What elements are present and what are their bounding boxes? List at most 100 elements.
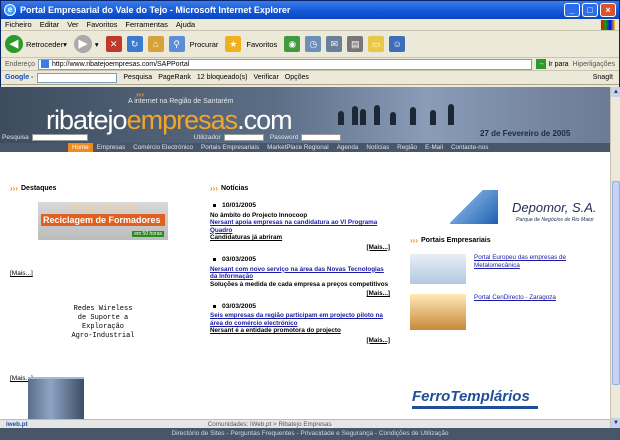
ferro-underline (412, 406, 538, 409)
menu-ficheiro[interactable]: Ficheiro (5, 20, 32, 29)
nav-empresas[interactable]: Empresas (93, 143, 129, 152)
links-label[interactable]: Hiperligações (573, 61, 615, 68)
portal-image[interactable] (410, 294, 466, 330)
search-button[interactable]: ⚲ Procurar (168, 36, 218, 52)
forward-button[interactable]: ▶ ▾ (73, 35, 99, 53)
news-sub[interactable]: Candidaturas já abriram (210, 234, 390, 242)
popups-blocked[interactable]: 12 bloqueado(s) (197, 74, 248, 81)
favorites-button[interactable]: ★ Favoritos (225, 36, 277, 52)
more-link[interactable]: [Mais...] (210, 244, 390, 252)
more-link[interactable]: [Mais...] (210, 290, 390, 298)
snagit-button[interactable]: SnagIt (593, 74, 613, 81)
arrow-icon: ››› (210, 184, 218, 193)
iweb-logo[interactable]: iweb.pt (6, 421, 28, 428)
destaques-column: ››› Destaques Formação de Formadores Reci… (10, 184, 190, 382)
nav-home[interactable]: Home (68, 143, 93, 152)
menu-ferramentas[interactable]: Ferramentas (125, 20, 168, 29)
stop-icon[interactable]: ✕ (105, 36, 122, 52)
ferro-name: FerroTemplários (412, 388, 530, 405)
news-sub: Soluções à medida de cada empresa a preç… (210, 280, 389, 288)
nav-contacte[interactable]: Contacte-nos (447, 143, 492, 152)
password-input[interactable] (301, 134, 342, 141)
menu-ajuda[interactable]: Ajuda (176, 20, 195, 29)
banner-top-text: Formação de Formadores (68, 205, 138, 211)
news-sub[interactable]: Nersant é a entidade promotora do projec… (210, 327, 390, 335)
password-label: Password (269, 134, 299, 141)
window-title: Portal Empresarial do Vale do Tejo - Mic… (20, 5, 291, 15)
nav-portais[interactable]: Portais Empresariais (197, 143, 263, 152)
nav-agenda[interactable]: Agenda (333, 143, 363, 152)
go-button[interactable]: → Ir para (536, 59, 569, 69)
news-item: 10/01/2005 No âmbito do Projecto Innocoo… (210, 202, 390, 251)
history-icon[interactable]: ◷ (305, 36, 322, 52)
google-search-button[interactable]: Pesquisa (123, 74, 152, 81)
messenger-icon[interactable]: ☺ (389, 36, 406, 52)
pagerank-label[interactable]: PageRank (158, 74, 191, 81)
community-link[interactable]: Comunidades: iWeb.pt > Ribatejo Empresas (208, 421, 332, 428)
portal-image[interactable] (410, 254, 466, 284)
options-button[interactable]: Opções (285, 74, 309, 81)
refresh-icon[interactable]: ↻ (126, 36, 143, 52)
formacao-banner[interactable]: Formação de Formadores Reciclagem de For… (38, 202, 168, 240)
ferrotemplarios-ad[interactable]: FerroTemplários (412, 388, 542, 418)
site-search-input[interactable] (31, 134, 88, 141)
nav-comercio[interactable]: Comércio Electrónico (129, 143, 197, 152)
vertical-scrollbar[interactable]: ▲ ▼ (610, 87, 620, 428)
nav-marketplace[interactable]: MarketPlace Regional (263, 143, 333, 152)
google-logo[interactable]: Google - (5, 74, 33, 81)
news-link[interactable]: Seis empresas da região participam em pr… (210, 312, 390, 327)
portal-link[interactable]: Portal CenDirecto - Zaragoza (474, 294, 556, 302)
back-button[interactable]: ◀ Retroceder ▾ (5, 35, 67, 53)
edit-icon[interactable]: ▭ (368, 36, 385, 52)
minimize-button[interactable]: _ (564, 3, 580, 17)
news-link[interactable]: Nersant com novo serviço na área das Nov… (210, 266, 390, 281)
toolbar: ◀ Retroceder ▾ ▶ ▾ ✕ ↻ ⌂ ⚲ Procurar ★ Favori… (1, 31, 619, 58)
portal-link[interactable]: Portal Europeu das empresas de Metalomec… (474, 254, 610, 269)
close-button[interactable]: × (600, 3, 616, 17)
nav-email[interactable]: E-Mail (421, 143, 447, 152)
logo-part-a: ribatejo (46, 105, 128, 135)
wireless-line: de Suporte a (77, 314, 129, 322)
more-link[interactable]: [Mais...] (210, 337, 390, 345)
news-date: 10/01/2005 (210, 202, 390, 210)
scroll-thumb[interactable] (612, 181, 620, 385)
more-link[interactable]: [Mais...] (10, 270, 190, 277)
page-viewport: ››› A internet na Região de Santarém rib… (0, 87, 620, 428)
news-link[interactable]: Nersant apoia empresas na candidatura ao… (210, 219, 390, 234)
scroll-up-icon[interactable]: ▲ (611, 87, 620, 97)
print-icon[interactable]: ▤ (347, 36, 364, 52)
nav-noticias[interactable]: Notícias (362, 143, 393, 152)
login-search-fields: Pesquisa Utilizador Password (2, 133, 347, 142)
banner-tag-text: em 50 horas (132, 231, 164, 237)
news-item: 03/03/2005 Seis empresas da região parti… (210, 303, 390, 345)
portais-title: Portais Empresariais (421, 237, 491, 244)
nav-regiao[interactable]: Região (393, 143, 421, 152)
site-banner: ››› A internet na Região de Santarém rib… (0, 87, 610, 151)
scroll-down-icon[interactable]: ▼ (611, 418, 620, 428)
address-bar: Endereço http://www.ribatejoempresas.com… (1, 58, 619, 71)
menu-ver[interactable]: Ver (67, 20, 78, 29)
menu-favoritos[interactable]: Favoritos (87, 20, 118, 29)
windows-flag-icon (601, 19, 615, 30)
username-input[interactable] (223, 134, 264, 141)
banner-main-text: Reciclagem de Formadores (41, 214, 165, 226)
noticias-column: ››› Notícias 10/01/2005 No âmbito do Proj… (210, 184, 390, 349)
media-icon[interactable]: ◉ (284, 36, 301, 52)
google-search-input[interactable] (37, 72, 118, 83)
wireless-feature[interactable]: Redes Wireless de Suporte a Exploração A… (38, 305, 168, 341)
menu-bar: Ficheiro Editar Ver Favoritos Ferramenta… (1, 19, 619, 31)
depomor-ad[interactable]: Depomor, S.A. Parque de Negócios de Rio … (450, 184, 610, 228)
depomor-name: Depomor, S.A. (512, 200, 597, 215)
news-date: 03/03/2005 (210, 303, 390, 311)
destaques-header: ››› Destaques (10, 184, 190, 193)
footer-links[interactable]: Directório de Sites - Perguntas Frequent… (0, 428, 620, 440)
right-column: Depomor, S.A. Parque de Negócios de Rio … (410, 184, 610, 340)
menu-editar[interactable]: Editar (40, 20, 60, 29)
mail-icon[interactable]: ✉ (326, 36, 343, 52)
back-label: Retroceder (26, 39, 64, 49)
site-logo[interactable]: ribatejoempresas.com (46, 105, 293, 136)
address-input[interactable]: http://www.ribatejoempresas.com/SAPPorta… (37, 58, 533, 70)
spellcheck-button[interactable]: Verificar (253, 74, 278, 81)
maximize-button[interactable]: □ (582, 3, 598, 17)
home-icon[interactable]: ⌂ (147, 36, 164, 52)
